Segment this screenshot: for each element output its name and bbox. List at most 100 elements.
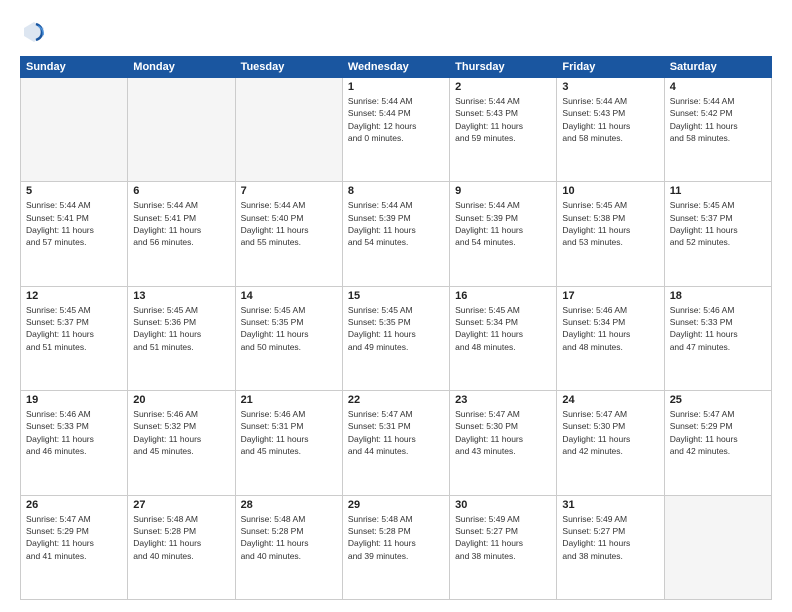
cell-info: Sunrise: 5:45 AM Sunset: 5:37 PM Dayligh… [26,304,122,353]
day-number: 22 [348,394,444,406]
calendar-cell: 6Sunrise: 5:44 AM Sunset: 5:41 PM Daylig… [128,182,235,286]
calendar-cell: 25 Sunrise: 5:47 AM Sunset: 5:29 PM Dayli… [664,391,771,495]
calendar-cell: 13 Sunrise: 5:45 AM Sunset: 5:36 PM Dayli… [128,286,235,390]
day-number: 3 [562,81,658,93]
cell-info: Sunrise: 5:44 AM Sunset: 5:41 PM Dayligh… [26,199,122,248]
calendar-cell: 5 Sunrise: 5:44 AM Sunset: 5:41 PM Daylig… [21,182,128,286]
calendar-cell: 24 Sunrise: 5:47 AM Sunset: 5:30 PM Dayli… [557,391,664,495]
calendar-cell [235,78,342,182]
logo-icon [20,18,48,46]
calendar-cell: 29 Sunrise: 5:48 AM Sunset: 5:28 PM Dayli… [342,495,449,599]
cell-info: Sunrise: 5:47 AM Sunset: 5:31 PM Dayligh… [348,408,444,457]
cell-info: Sunrise: 5:45 AM Sunset: 5:35 PM Dayligh… [241,304,337,353]
day-number: 27 [133,499,229,511]
cell-info: Sunrise: 5:44 AM Sunset: 5:39 PM Dayligh… [348,199,444,248]
calendar-cell: 2 Sunrise: 5:44 AM Sunset: 5:43 PM Daylig… [450,78,557,182]
day-number: 23 [455,394,551,406]
calendar-cell: 14 Sunrise: 5:45 AM Sunset: 5:35 PM Dayli… [235,286,342,390]
calendar-cell [128,78,235,182]
calendar-cell: 9 Sunrise: 5:44 AM Sunset: 5:39 PM Daylig… [450,182,557,286]
calendar-cell [664,495,771,599]
cell-info: Sunrise: 5:44 AM Sunset: 5:39 PM Dayligh… [455,199,551,248]
day-number: 20 [133,394,229,406]
calendar-cell: 31Sunrise: 5:49 AM Sunset: 5:27 PM Dayli… [557,495,664,599]
cell-info: Sunrise: 5:48 AM Sunset: 5:28 PM Dayligh… [348,513,444,562]
day-number: 1 [348,81,444,93]
day-number: 2 [455,81,551,93]
calendar-cell: 27 Sunrise: 5:48 AM Sunset: 5:28 PM Dayli… [128,495,235,599]
calendar-cell: 30 Sunrise: 5:49 AM Sunset: 5:27 PM Dayli… [450,495,557,599]
cell-info: Sunrise: 5:49 AM Sunset: 5:27 PM Dayligh… [562,513,658,562]
day-number: 29 [348,499,444,511]
day-number: 13 [133,290,229,302]
day-number: 30 [455,499,551,511]
calendar-cell: 3Sunrise: 5:44 AM Sunset: 5:43 PM Daylig… [557,78,664,182]
day-number: 16 [455,290,551,302]
cell-info: Sunrise: 5:47 AM Sunset: 5:29 PM Dayligh… [670,408,766,457]
cell-info: Sunrise: 5:48 AM Sunset: 5:28 PM Dayligh… [241,513,337,562]
header [20,18,772,46]
cell-info: Sunrise: 5:47 AM Sunset: 5:30 PM Dayligh… [562,408,658,457]
cell-info: Sunrise: 5:44 AM Sunset: 5:43 PM Dayligh… [455,95,551,144]
calendar-cell: 26 Sunrise: 5:47 AM Sunset: 5:29 PM Dayli… [21,495,128,599]
cell-info: Sunrise: 5:45 AM Sunset: 5:35 PM Dayligh… [348,304,444,353]
cell-info: Sunrise: 5:44 AM Sunset: 5:44 PM Dayligh… [348,95,444,144]
day-number: 5 [26,185,122,197]
day-number: 14 [241,290,337,302]
day-number: 18 [670,290,766,302]
calendar-cell: 8Sunrise: 5:44 AM Sunset: 5:39 PM Daylig… [342,182,449,286]
day-number: 25 [670,394,766,406]
cell-info: Sunrise: 5:49 AM Sunset: 5:27 PM Dayligh… [455,513,551,562]
day-number: 7 [241,185,337,197]
day-number: 21 [241,394,337,406]
calendar-header-wednesday: Wednesday [342,57,449,78]
cell-info: Sunrise: 5:46 AM Sunset: 5:34 PM Dayligh… [562,304,658,353]
day-number: 26 [26,499,122,511]
cell-info: Sunrise: 5:45 AM Sunset: 5:36 PM Dayligh… [133,304,229,353]
cell-info: Sunrise: 5:44 AM Sunset: 5:42 PM Dayligh… [670,95,766,144]
calendar-week-4: 19 Sunrise: 5:46 AM Sunset: 5:33 PM Dayli… [21,391,772,495]
calendar-cell: 12 Sunrise: 5:45 AM Sunset: 5:37 PM Dayli… [21,286,128,390]
day-number: 19 [26,394,122,406]
calendar-cell: 10 Sunrise: 5:45 AM Sunset: 5:38 PM Dayli… [557,182,664,286]
day-number: 12 [26,290,122,302]
calendar-header-row: SundayMondayTuesdayWednesdayThursdayFrid… [21,57,772,78]
calendar-cell: 17 Sunrise: 5:46 AM Sunset: 5:34 PM Dayli… [557,286,664,390]
day-number: 9 [455,185,551,197]
calendar-cell: 22 Sunrise: 5:47 AM Sunset: 5:31 PM Dayli… [342,391,449,495]
calendar-header-thursday: Thursday [450,57,557,78]
calendar-cell: 15 Sunrise: 5:45 AM Sunset: 5:35 PM Dayli… [342,286,449,390]
calendar-header-saturday: Saturday [664,57,771,78]
cell-info: Sunrise: 5:47 AM Sunset: 5:30 PM Dayligh… [455,408,551,457]
calendar-week-5: 26 Sunrise: 5:47 AM Sunset: 5:29 PM Dayli… [21,495,772,599]
calendar-cell: 11Sunrise: 5:45 AM Sunset: 5:37 PM Dayli… [664,182,771,286]
calendar-header-friday: Friday [557,57,664,78]
calendar-cell: 4Sunrise: 5:44 AM Sunset: 5:42 PM Daylig… [664,78,771,182]
calendar-cell: 1 Sunrise: 5:44 AM Sunset: 5:44 PM Daylig… [342,78,449,182]
day-number: 17 [562,290,658,302]
day-number: 24 [562,394,658,406]
logo [20,18,54,46]
cell-info: Sunrise: 5:46 AM Sunset: 5:32 PM Dayligh… [133,408,229,457]
cell-info: Sunrise: 5:46 AM Sunset: 5:31 PM Dayligh… [241,408,337,457]
calendar-week-2: 5 Sunrise: 5:44 AM Sunset: 5:41 PM Daylig… [21,182,772,286]
day-number: 10 [562,185,658,197]
cell-info: Sunrise: 5:47 AM Sunset: 5:29 PM Dayligh… [26,513,122,562]
calendar-cell: 19 Sunrise: 5:46 AM Sunset: 5:33 PM Dayli… [21,391,128,495]
cell-info: Sunrise: 5:45 AM Sunset: 5:38 PM Dayligh… [562,199,658,248]
calendar-header-tuesday: Tuesday [235,57,342,78]
calendar-cell: 23 Sunrise: 5:47 AM Sunset: 5:30 PM Dayli… [450,391,557,495]
calendar-header-monday: Monday [128,57,235,78]
cell-info: Sunrise: 5:44 AM Sunset: 5:40 PM Dayligh… [241,199,337,248]
page: SundayMondayTuesdayWednesdayThursdayFrid… [0,0,792,612]
cell-info: Sunrise: 5:46 AM Sunset: 5:33 PM Dayligh… [26,408,122,457]
calendar-cell: 28 Sunrise: 5:48 AM Sunset: 5:28 PM Dayli… [235,495,342,599]
calendar-header-sunday: Sunday [21,57,128,78]
calendar-cell: 7 Sunrise: 5:44 AM Sunset: 5:40 PM Daylig… [235,182,342,286]
calendar-cell: 16Sunrise: 5:45 AM Sunset: 5:34 PM Dayli… [450,286,557,390]
day-number: 28 [241,499,337,511]
cell-info: Sunrise: 5:44 AM Sunset: 5:41 PM Dayligh… [133,199,229,248]
day-number: 15 [348,290,444,302]
cell-info: Sunrise: 5:48 AM Sunset: 5:28 PM Dayligh… [133,513,229,562]
calendar-cell: 18Sunrise: 5:46 AM Sunset: 5:33 PM Dayli… [664,286,771,390]
